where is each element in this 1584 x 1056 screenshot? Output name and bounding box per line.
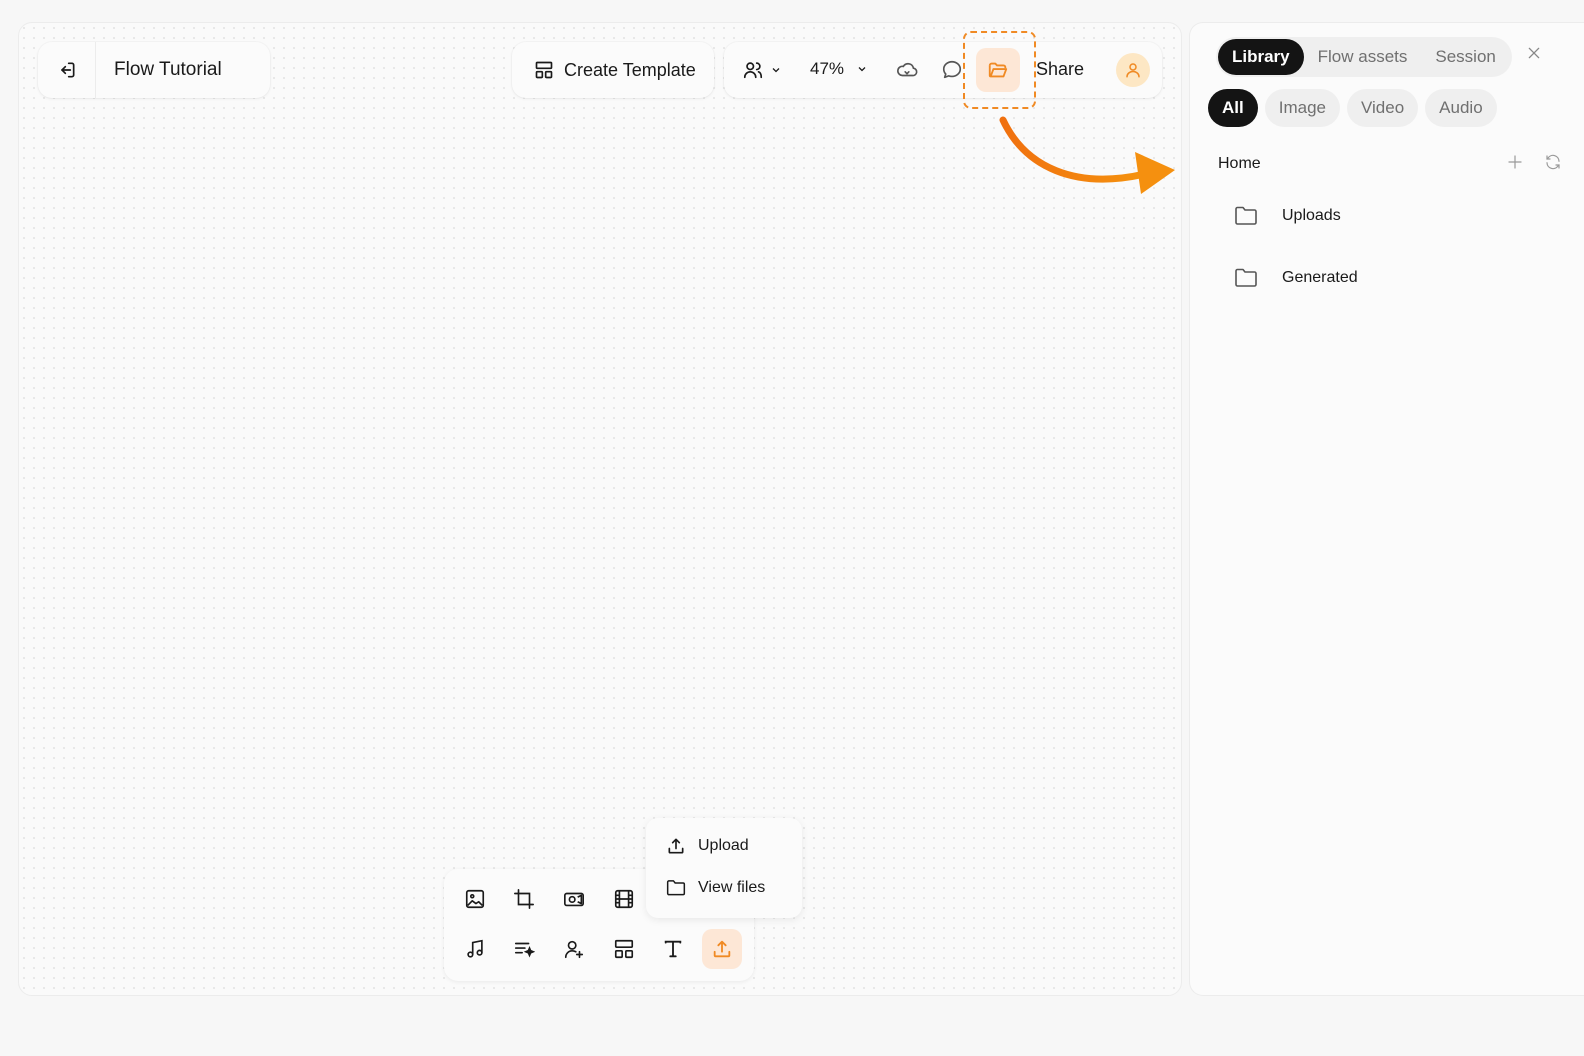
comments-button[interactable]	[941, 59, 963, 81]
create-template-label: Create Template	[564, 59, 696, 80]
close-panel-button[interactable]	[1526, 45, 1542, 61]
upload-icon	[668, 838, 684, 854]
folder-label: Uploads	[1282, 207, 1341, 224]
layout-icon	[614, 939, 634, 959]
filter-all[interactable]: All	[1208, 89, 1258, 127]
library-panel: Library Flow assets Session All Image Vi…	[1189, 22, 1584, 996]
video-camera-icon	[564, 892, 584, 907]
collaborators-button[interactable]	[742, 59, 782, 81]
avatar[interactable]	[1116, 53, 1150, 87]
chevron-down-icon	[858, 67, 866, 72]
annotation-arrow	[999, 116, 1175, 194]
folder-item-uploads[interactable]: Uploads	[1234, 205, 1341, 227]
media-filters: All Image Video Audio	[1208, 89, 1497, 127]
crop-tool-button[interactable]	[504, 879, 544, 919]
comment-icon	[942, 60, 962, 79]
page-title: Flow Tutorial	[114, 59, 222, 80]
video-tool-button[interactable]	[554, 879, 594, 919]
audio-tool-button[interactable]	[455, 929, 495, 969]
filter-audio[interactable]: Audio	[1425, 89, 1497, 127]
exit-icon	[60, 62, 74, 78]
layout-tool-button[interactable]	[604, 929, 644, 969]
cloud-sync-button[interactable]	[896, 59, 918, 81]
view-files-label: View files	[698, 879, 766, 896]
folder-open-icon	[988, 62, 1008, 78]
upload-tool-button[interactable]	[702, 929, 742, 969]
music-icon	[467, 939, 483, 958]
top-toolbar: 47% Share	[724, 42, 1162, 98]
upload-label: Upload	[698, 837, 749, 854]
title-bar: Flow Tutorial	[38, 42, 270, 98]
character-tool-button[interactable]	[554, 929, 594, 969]
zoom-select[interactable]: 47%	[810, 59, 868, 79]
folder-icon	[1235, 268, 1257, 287]
folder-icon	[1235, 206, 1257, 225]
film-icon	[614, 889, 634, 909]
folder-icon	[666, 880, 686, 896]
upload-popover: Upload View files	[646, 818, 802, 918]
user-icon	[1126, 63, 1140, 78]
zoom-value: 47%	[810, 59, 845, 78]
image-icon	[465, 889, 485, 909]
crop-icon	[514, 889, 534, 909]
image-tool-button[interactable]	[455, 879, 495, 919]
tab-library[interactable]: Library	[1218, 39, 1304, 75]
library-toggle-button[interactable]	[976, 48, 1020, 92]
chevron-down-icon	[772, 68, 780, 73]
close-icon	[1528, 47, 1540, 59]
text-tool-button[interactable]	[653, 929, 693, 969]
upload-menu-item[interactable]: Upload	[666, 836, 749, 856]
filter-video[interactable]: Video	[1346, 89, 1419, 127]
tab-session[interactable]: Session	[1421, 39, 1509, 75]
panel-tabs: Library Flow assets Session	[1216, 37, 1512, 77]
folder-item-generated[interactable]: Generated	[1234, 267, 1358, 289]
exit-button[interactable]	[38, 42, 96, 98]
upload-icon	[713, 940, 731, 958]
refresh-icon[interactable]	[1544, 153, 1562, 171]
film-tool-button[interactable]	[604, 879, 644, 919]
tab-flow-assets[interactable]: Flow assets	[1304, 39, 1422, 75]
add-icon[interactable]	[1506, 153, 1524, 171]
cloud-icon	[897, 62, 918, 77]
breadcrumb-home[interactable]: Home	[1218, 155, 1261, 173]
share-button[interactable]: Share	[1036, 59, 1084, 80]
create-template-button[interactable]: Create Template	[512, 42, 714, 98]
view-files-menu-item[interactable]: View files	[666, 878, 765, 898]
users-icon	[743, 62, 763, 79]
template-icon	[535, 61, 553, 79]
magic-list-icon	[514, 942, 535, 958]
user-plus-icon	[564, 940, 584, 959]
prompt-tool-button[interactable]	[504, 929, 544, 969]
text-icon	[664, 940, 682, 958]
breadcrumb: Home	[1218, 149, 1560, 179]
filter-image[interactable]: Image	[1264, 89, 1340, 127]
folder-label: Generated	[1282, 269, 1358, 286]
